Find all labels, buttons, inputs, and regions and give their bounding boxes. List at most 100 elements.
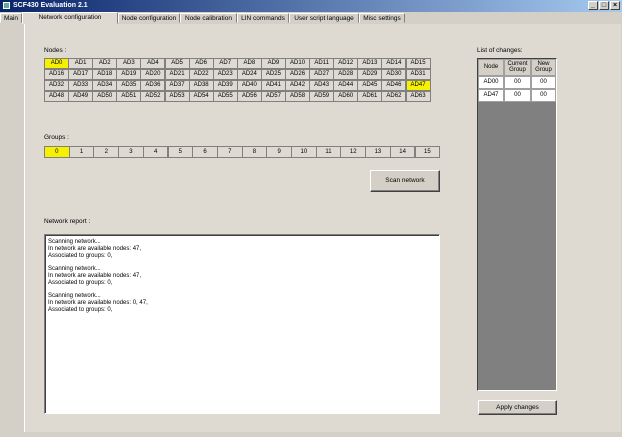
group-cell[interactable]: 8	[241, 146, 268, 158]
group-cell[interactable]: 13	[365, 146, 391, 158]
node-cell[interactable]: AD17	[68, 69, 94, 80]
node-cell[interactable]: AD27	[309, 69, 335, 80]
node-cell[interactable]: AD16	[44, 69, 70, 80]
node-cell[interactable]: AD61	[357, 91, 383, 102]
node-cell[interactable]: AD0	[44, 58, 70, 69]
node-cell[interactable]: AD52	[140, 91, 166, 102]
group-cell[interactable]: 6	[192, 146, 218, 158]
node-cell[interactable]: AD18	[92, 69, 118, 80]
node-cell[interactable]: AD28	[333, 69, 359, 80]
node-cell[interactable]: AD21	[164, 69, 190, 80]
node-cell[interactable]: AD47	[405, 80, 431, 91]
node-cell[interactable]: AD53	[164, 91, 190, 102]
tab-user-script-language[interactable]: User script language	[289, 13, 359, 23]
node-cell[interactable]: AD11	[309, 58, 335, 69]
app-icon	[3, 2, 10, 9]
group-cell[interactable]: 5	[167, 146, 194, 158]
node-cell[interactable]: AD56	[236, 91, 262, 102]
node-cell[interactable]: AD34	[92, 80, 118, 91]
node-cell[interactable]: AD43	[309, 80, 335, 91]
node-cell[interactable]: AD10	[285, 58, 311, 69]
node-cell[interactable]: AD5	[164, 58, 190, 69]
node-cell[interactable]: AD57	[260, 91, 286, 102]
node-cell[interactable]: AD4	[140, 58, 166, 69]
node-cell[interactable]: AD9	[260, 58, 286, 69]
group-cell[interactable]: 14	[389, 146, 416, 158]
group-cell[interactable]: 12	[340, 146, 367, 158]
report-line: Associated to groups: 0,	[48, 253, 113, 259]
group-cell[interactable]: 9	[266, 146, 292, 158]
node-cell[interactable]: AD42	[285, 80, 311, 91]
node-cell[interactable]: AD55	[212, 91, 238, 102]
node-cell[interactable]: AD60	[333, 91, 359, 102]
node-cell[interactable]: AD24	[236, 69, 262, 80]
node-cell[interactable]: AD54	[188, 91, 214, 102]
node-cell[interactable]: AD62	[381, 91, 407, 102]
node-cell[interactable]: AD8	[236, 58, 262, 69]
report-line: In network are available nodes: 47,	[48, 273, 142, 279]
group-cell[interactable]: 0	[44, 146, 70, 158]
node-cell[interactable]: AD46	[381, 80, 407, 91]
node-cell[interactable]: AD50	[92, 91, 118, 102]
group-cell[interactable]: 3	[118, 146, 144, 158]
node-cell[interactable]: AD31	[405, 69, 431, 80]
tab-node-calibration[interactable]: Node calibration	[180, 13, 237, 23]
node-cell[interactable]: AD29	[357, 69, 383, 80]
node-cell[interactable]: AD25	[260, 69, 286, 80]
title-bar: SCF430 Evaluation 2.1 _ □ ×	[0, 0, 622, 12]
node-cell[interactable]: AD33	[68, 80, 94, 91]
node-cell[interactable]: AD12	[333, 58, 359, 69]
group-cell[interactable]: 15	[414, 146, 441, 158]
node-cell[interactable]: AD13	[357, 58, 383, 69]
node-cell[interactable]: AD36	[140, 80, 166, 91]
node-cell[interactable]: AD59	[309, 91, 335, 102]
node-cell[interactable]: AD39	[212, 80, 238, 91]
network-report: Scanning network... In network are avail…	[44, 234, 440, 414]
node-cell[interactable]: AD2	[92, 58, 118, 69]
node-cell[interactable]: AD6	[188, 58, 214, 69]
node-cell[interactable]: AD7	[212, 58, 238, 69]
node-cell[interactable]: AD63	[405, 91, 431, 102]
tab-node-configuration[interactable]: Node configuration	[118, 13, 180, 23]
node-cell[interactable]: AD35	[116, 80, 142, 91]
scan-network-button[interactable]: Scan network	[370, 170, 440, 192]
window-title: SCF430 Evaluation 2.1	[13, 2, 88, 9]
group-cell[interactable]: 4	[142, 146, 169, 158]
node-cell[interactable]: AD45	[357, 80, 383, 91]
node-cell[interactable]: AD20	[140, 69, 166, 80]
node-cell[interactable]: AD1	[68, 58, 94, 69]
minimize-button[interactable]: _	[588, 1, 598, 10]
node-cell[interactable]: AD26	[285, 69, 311, 80]
group-cell[interactable]: 10	[291, 146, 317, 158]
row-new-group[interactable]: 00	[531, 76, 556, 89]
tab-lin-commands[interactable]: LIN commands	[237, 13, 289, 23]
group-cell[interactable]: 11	[315, 146, 342, 158]
node-cell[interactable]: AD41	[260, 80, 286, 91]
node-cell[interactable]: AD19	[116, 69, 142, 80]
group-cell[interactable]: 1	[68, 146, 95, 158]
row-new-group[interactable]: 00	[531, 89, 556, 102]
node-cell[interactable]: AD51	[116, 91, 142, 102]
tab-misc-settings[interactable]: Misc settings	[359, 13, 405, 23]
node-cell[interactable]: AD37	[164, 80, 190, 91]
node-cell[interactable]: AD38	[188, 80, 214, 91]
node-cell[interactable]: AD23	[212, 69, 238, 80]
node-cell[interactable]: AD49	[68, 91, 94, 102]
group-cell[interactable]: 7	[216, 146, 243, 158]
node-cell[interactable]: AD58	[285, 91, 311, 102]
tab-main[interactable]: Main	[0, 13, 22, 23]
node-cell[interactable]: AD48	[44, 91, 70, 102]
group-cell[interactable]: 2	[93, 146, 120, 158]
maximize-button[interactable]: □	[599, 1, 609, 10]
node-cell[interactable]: AD30	[381, 69, 407, 80]
node-cell[interactable]: AD15	[405, 58, 431, 69]
node-cell[interactable]: AD3	[116, 58, 142, 69]
node-cell[interactable]: AD14	[381, 58, 407, 69]
tab-network-configuration[interactable]: Network configuration	[22, 12, 118, 24]
node-cell[interactable]: AD32	[44, 80, 70, 91]
node-cell[interactable]: AD40	[236, 80, 262, 91]
apply-changes-button[interactable]: Apply changes	[478, 400, 557, 415]
close-button[interactable]: ×	[610, 1, 620, 10]
node-cell[interactable]: AD44	[333, 80, 359, 91]
node-cell[interactable]: AD22	[188, 69, 214, 80]
